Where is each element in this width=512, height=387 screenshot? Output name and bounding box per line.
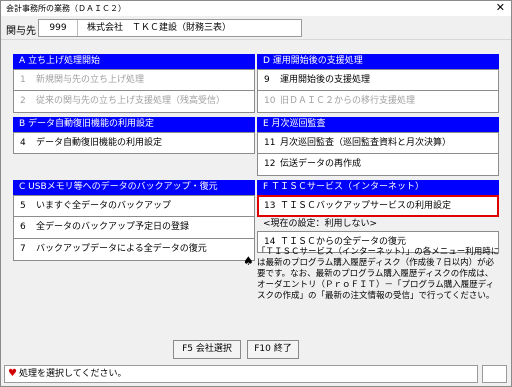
client-code: 999 xyxy=(39,20,78,36)
menu-item-number: 11 xyxy=(264,138,276,148)
section-a-header: A 立ち上げ処理開始 xyxy=(13,54,255,69)
f10-exit-button[interactable]: F10 終了 xyxy=(247,340,299,359)
menu-item-6[interactable]: 6 全データのバックアップ予定日の登録 xyxy=(13,217,255,239)
client-info-bar: 関与先 999 株式会社 ＴＫＣ建設（財務三表） xyxy=(1,16,511,40)
menu-item-label: 運用開始後の支援処理 xyxy=(280,75,371,85)
section-d: D 運用開始後の支援処理 9 運用開始後の支援処理 10 旧ＤＡＩＣ２からの移行支援… xyxy=(257,54,499,113)
menu-item-13[interactable]: 13 ＴＩＳＣバックアップサービスの利用設定 xyxy=(257,195,499,217)
menu-item-1[interactable]: 1 新規関与先の立ち上げ処理 xyxy=(13,69,255,91)
section-d-header: D 運用開始後の支援処理 xyxy=(257,54,499,69)
menu-item-label: バックアップデータによる全データの復元 xyxy=(36,244,207,254)
menu-item-2[interactable]: 2 従来の関与先の立ち上げ支援処理（残高受信） xyxy=(13,91,255,113)
f5-select-company-button[interactable]: F5 会社選択 xyxy=(173,340,241,359)
section-c: C USBメモリ等へのデータのバックアップ・復元 5 いますぐ全データのバックアッ… xyxy=(13,180,255,261)
section-e: E 月次巡回監査 11 月次巡回監査（巡回監査資料と月次決算） 12 伝送データの再… xyxy=(257,117,499,176)
status-message: 処理を選択してください。 xyxy=(19,369,127,379)
status-bar: ♥ 処理を選択してください。 xyxy=(1,363,511,386)
menu-item-number: 4 xyxy=(20,138,26,148)
close-icon[interactable]: ✕ xyxy=(496,1,505,15)
menu-item-number: 9 xyxy=(264,75,270,85)
client-name: 株式会社 ＴＫＣ建設（財務三表） xyxy=(87,23,232,33)
status-message-box: ♥ 処理を選択してください。 xyxy=(4,365,478,383)
menu-item-7[interactable]: 7 バックアップデータによる全データの復元 xyxy=(13,239,255,261)
menu-item-number: 6 xyxy=(20,222,26,232)
menu-item-label: ＴＩＳＣバックアップサービスの利用設定 xyxy=(280,201,452,211)
menu-item-label: いますぐ全データのバックアップ xyxy=(36,201,172,211)
menu-item-number: 10 xyxy=(264,96,276,106)
menu-item-number: 7 xyxy=(20,244,26,254)
menu-item-5[interactable]: 5 いますぐ全データのバックアップ xyxy=(13,195,255,217)
menu-item-number: 13 xyxy=(264,201,276,211)
section-f: F ＴＩＳＣサービス（インターネット） 13 ＴＩＳＣバックアップサービスの利用設… xyxy=(257,180,499,253)
menu-item-10[interactable]: 10 旧ＤＡＩＣ２からの移行支援処理 xyxy=(257,91,499,113)
section-e-header: E 月次巡回監査 xyxy=(257,117,499,132)
section-a: A 立ち上げ処理開始 1 新規関与先の立ち上げ処理 2 従来の関与先の立ち上げ支援処… xyxy=(13,54,255,113)
menu-item-label: ＴＩＳＣからの全データの復元 xyxy=(280,237,407,247)
section-f-header: F ＴＩＳＣサービス（インターネット） xyxy=(257,180,499,195)
menu-item-number: 2 xyxy=(20,96,26,106)
notice-text: 「ＴＩＳＣサービス（インターネット）」の各メニュー利用時には最新のプログラム購入… xyxy=(257,247,500,301)
menu-item-label: データ自動復旧機能の利用設定 xyxy=(36,138,163,148)
menu-item-number: 1 xyxy=(20,75,26,85)
tisc-notice: ♠ 「ＴＩＳＣサービス（インターネット）」の各メニュー利用時には最新のプログラム… xyxy=(243,247,501,302)
heart-icon: ♥ xyxy=(8,368,17,379)
title-bar: 会計事務所の業務（ＤＡＩＣ２） ✕ xyxy=(1,1,511,16)
client-field: 999 株式会社 ＴＫＣ建設（財務三表） xyxy=(38,19,302,37)
spade-icon: ♠ xyxy=(243,254,254,268)
menu-item-label: 旧ＤＡＩＣ２からの移行支援処理 xyxy=(280,96,416,106)
menu-item-12[interactable]: 12 伝送データの再作成 xyxy=(257,154,499,176)
menu-item-number: 12 xyxy=(264,159,276,169)
section-c-header: C USBメモリ等へのデータのバックアップ・復元 xyxy=(13,180,255,195)
section-b-header: B データ自動復旧機能の利用設定 xyxy=(13,117,255,132)
menu-item-number: 5 xyxy=(20,201,26,211)
menu-item-11[interactable]: 11 月次巡回監査（巡回監査資料と月次決算） xyxy=(257,132,499,154)
window-title: 会計事務所の業務（ＤＡＩＣ２） xyxy=(6,4,126,13)
app-window: 会計事務所の業務（ＤＡＩＣ２） ✕ 関与先 999 株式会社 ＴＫＣ建設（財務三… xyxy=(0,0,512,387)
menu-item-label: 月次巡回監査（巡回監査資料と月次決算） xyxy=(280,138,452,148)
menu-item-9[interactable]: 9 運用開始後の支援処理 xyxy=(257,69,499,91)
menu-item-4[interactable]: 4 データ自動復旧機能の利用設定 xyxy=(13,132,255,154)
menu-item-label: 伝送データの再作成 xyxy=(280,159,362,169)
section-b: B データ自動復旧機能の利用設定 4 データ自動復旧機能の利用設定 xyxy=(13,117,255,154)
client-label: 関与先 xyxy=(6,26,36,37)
menu-item-label: 新規関与先の立ち上げ処理 xyxy=(36,75,145,85)
status-aux-box xyxy=(482,365,507,383)
menu-item-label: 全データのバックアップ予定日の登録 xyxy=(36,222,190,232)
current-setting: <現在の設定：利用しない> xyxy=(263,219,378,229)
menu-item-label: 従来の関与先の立ち上げ支援処理（残高受信） xyxy=(36,96,226,106)
